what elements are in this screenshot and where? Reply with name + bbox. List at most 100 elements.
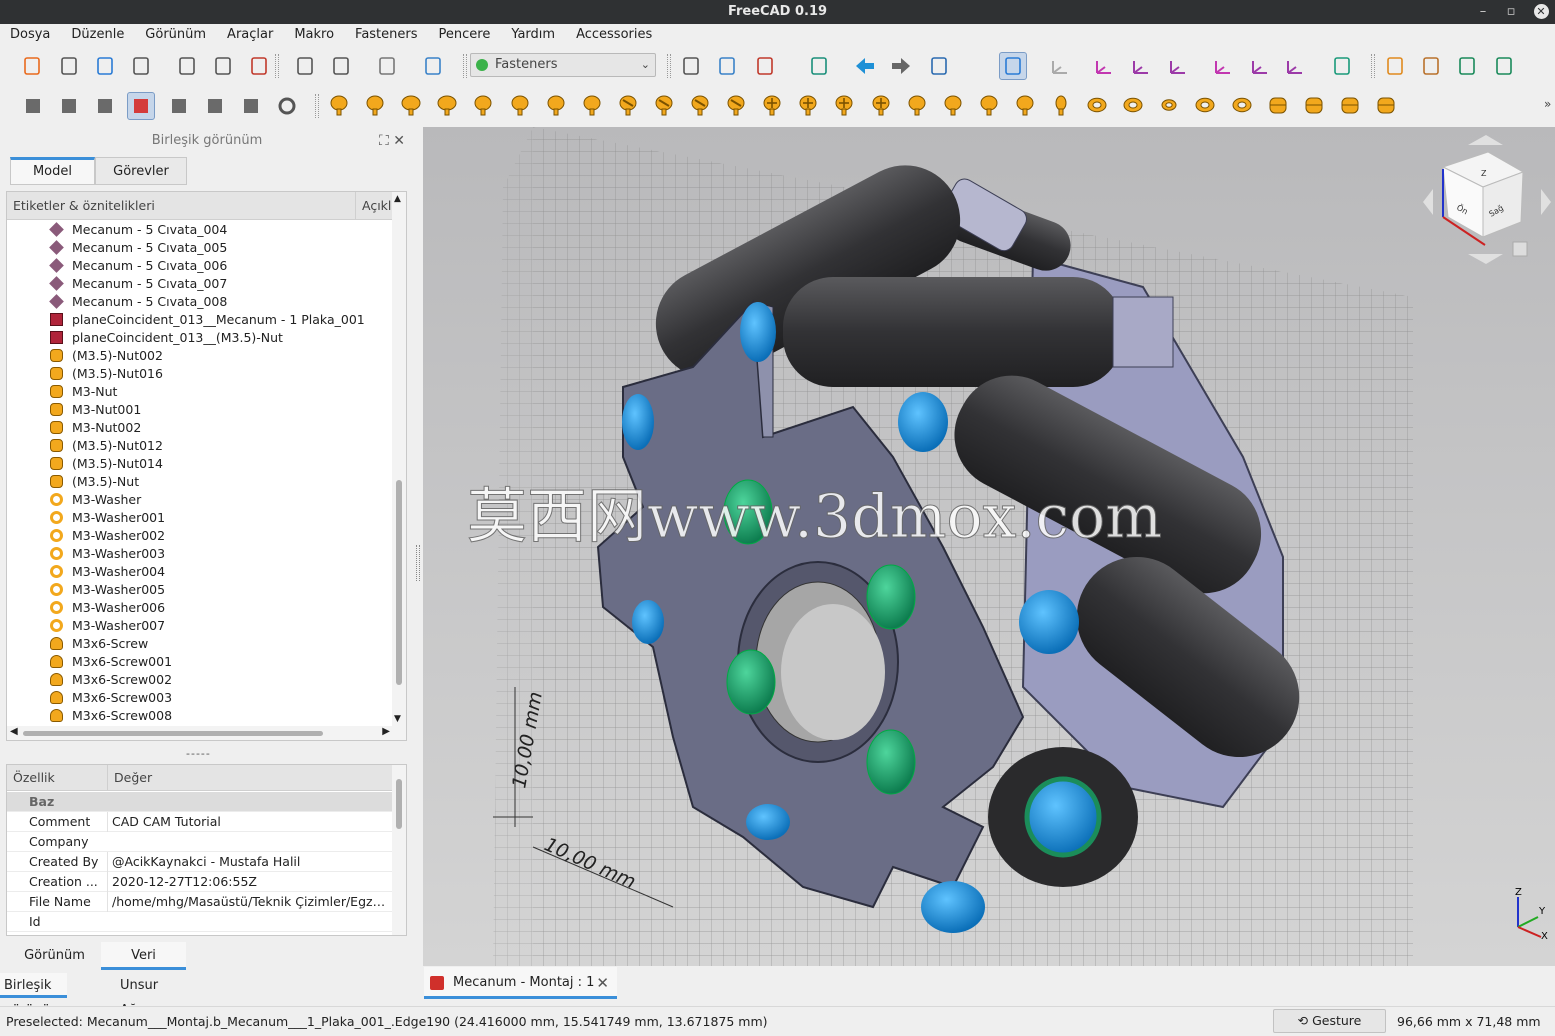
menu-fasteners[interactable]: Fasteners — [345, 24, 424, 46]
hex-socket-screw-2-button[interactable] — [1014, 94, 1036, 116]
scroll-up-icon[interactable]: ▲ — [394, 194, 401, 204]
top-view-button[interactable] — [1127, 52, 1155, 80]
property-row[interactable]: Id — [7, 912, 392, 932]
tree-item[interactable]: planeCoincident_013__Mecanum - 1 Plaka_0… — [50, 311, 365, 329]
whats-this-button[interactable] — [419, 52, 447, 80]
property-value[interactable]: @AcikKaynakci - Mustafa Halil — [107, 852, 392, 872]
flange-nut-button[interactable] — [1375, 94, 1397, 116]
washer-flat-button[interactable] — [1194, 94, 1216, 116]
phillips-screw-button[interactable] — [761, 94, 783, 116]
tree-item[interactable]: (M3.5)-Nut — [50, 473, 139, 491]
torx-screw-button[interactable] — [906, 94, 928, 116]
tree-item[interactable]: M3-Washer005 — [50, 581, 165, 599]
forward-button[interactable] — [887, 52, 915, 80]
slotted-screw-4-button[interactable] — [725, 94, 747, 116]
axonometric-button[interactable] — [1046, 52, 1074, 80]
tree-item[interactable]: Mecanum - 5 Cıvata_004 — [49, 221, 227, 239]
export-part-button[interactable] — [1490, 52, 1518, 80]
tree-header-description[interactable]: Açıklama — [355, 192, 395, 220]
property-row[interactable]: Creation ... 2020-12-27T12:06:55Z — [7, 872, 392, 892]
property-scrollbar[interactable] — [392, 765, 406, 935]
slotted-screw-2-button[interactable] — [653, 94, 675, 116]
phillips-screw-3-button[interactable] — [833, 94, 855, 116]
flip-fastener-button[interactable] — [55, 92, 83, 120]
tab-model[interactable]: Model — [10, 157, 95, 185]
bottom-view-button[interactable] — [1246, 52, 1274, 80]
tab-gorunum[interactable]: Görünüm — [8, 942, 101, 970]
menu-yardim[interactable]: Yardım — [501, 24, 562, 46]
tree-item[interactable]: M3x6-Screw002 — [50, 671, 172, 689]
fastener-set-button[interactable] — [237, 92, 265, 120]
fit-all-button[interactable] — [677, 52, 705, 80]
blue-bolt-5[interactable] — [1024, 776, 1102, 858]
tree-item[interactable]: M3x6-Screw001 — [50, 653, 172, 671]
washer-button[interactable] — [1086, 94, 1108, 116]
tree-item[interactable]: M3-Washer007 — [50, 617, 165, 635]
undo-button[interactable] — [291, 52, 319, 80]
tree-item[interactable]: (M3.5)-Nut012 — [50, 437, 163, 455]
tab-birlesik-gorunum[interactable]: Birleşik görünüm — [0, 973, 67, 1018]
green-bolt-3[interactable] — [726, 649, 776, 715]
hex-socket-screw-button[interactable] — [978, 94, 1000, 116]
list-button[interactable] — [165, 92, 193, 120]
tree-item[interactable]: M3-Washer002 — [50, 527, 165, 545]
move-fastener-button[interactable] — [19, 92, 47, 120]
bom-calculator-button[interactable] — [201, 92, 229, 120]
hex-screw-button[interactable] — [328, 94, 350, 116]
hex-nut-button[interactable] — [1267, 94, 1289, 116]
dock-resize-handle[interactable] — [416, 545, 420, 581]
tree-item[interactable]: M3x6-Screw003 — [50, 689, 172, 707]
blue-bolt-8[interactable] — [632, 600, 664, 644]
copy-button[interactable] — [209, 52, 237, 80]
blue-bolt-3[interactable] — [898, 392, 948, 452]
std-views-button[interactable] — [805, 52, 833, 80]
cheese-screw-button[interactable] — [509, 94, 531, 116]
blue-bolt-1[interactable] — [740, 302, 776, 362]
property-group[interactable]: Baz — [7, 792, 392, 812]
3d-viewport[interactable]: 10,00 mm 10,00 mm 莫西网www.3dmox.com Z Ön … — [423, 127, 1555, 966]
navcube-menu-icon[interactable] — [1512, 241, 1528, 257]
washer-small-button[interactable] — [1158, 94, 1180, 116]
menu-duzenle[interactable]: Düzenle — [61, 24, 131, 46]
set-screw-button[interactable] — [1050, 94, 1072, 116]
right-view-button[interactable] — [1164, 52, 1192, 80]
property-row[interactable]: Comment CAD CAM Tutorial — [7, 812, 392, 832]
tree-item[interactable]: Mecanum - 5 Cıvata_008 — [49, 293, 227, 311]
tree-item[interactable]: M3-Washer001 — [50, 509, 165, 527]
match-fastener-button[interactable] — [127, 92, 155, 120]
close-window-button[interactable]: ✕ — [1529, 0, 1553, 24]
property-value[interactable]: CAD CAM Tutorial — [107, 812, 392, 832]
panel-splitter[interactable]: ----- — [186, 747, 211, 760]
menu-makro[interactable]: Makro — [284, 24, 341, 46]
tab-unsur-agaci[interactable]: Unsur Ağacı — [116, 973, 162, 1018]
phillips-screw-4-button[interactable] — [870, 94, 892, 116]
slotted-screw-3-button[interactable] — [689, 94, 711, 116]
measure-box-button[interactable] — [925, 52, 953, 80]
cap-screw-button[interactable] — [364, 94, 386, 116]
tree-item[interactable]: M3-Washer003 — [50, 545, 165, 563]
measure-button[interactable] — [1328, 52, 1356, 80]
tree-item[interactable]: Mecanum - 5 Cıvata_006 — [49, 257, 227, 275]
print-button[interactable] — [127, 52, 155, 80]
blue-bolt-4[interactable] — [1019, 590, 1079, 654]
shape-button[interactable] — [91, 92, 119, 120]
maximize-button[interactable]: ▫ — [1499, 0, 1523, 24]
socket-screw-button[interactable] — [545, 94, 567, 116]
roller-2[interactable] — [783, 277, 1123, 387]
scroll-right-icon[interactable]: ▶ — [382, 726, 390, 737]
tree-vertical-scrollbar[interactable]: ▲ ▼ — [392, 192, 406, 740]
export-button[interactable] — [1453, 52, 1481, 80]
torx-screw-2-button[interactable] — [942, 94, 964, 116]
toolbar-overflow-icon[interactable]: » — [1544, 97, 1551, 111]
menu-accessories[interactable]: Accessories — [566, 24, 659, 46]
pan-screw-button[interactable] — [472, 94, 494, 116]
h-scrollbar-thumb[interactable] — [23, 731, 323, 736]
tree-item[interactable]: M3x6-Screw — [50, 635, 148, 653]
navigation-style-button[interactable]: ⟲ Gesture — [1273, 1009, 1386, 1033]
scroll-down-icon[interactable]: ▼ — [394, 714, 401, 724]
scrollbar-thumb[interactable] — [396, 480, 402, 685]
tree-item[interactable]: M3x6-Screw008 — [50, 707, 172, 725]
tree-item[interactable]: (M3.5)-Nut014 — [50, 455, 163, 473]
front-view-button[interactable] — [1090, 52, 1118, 80]
left-view-button[interactable] — [1281, 52, 1309, 80]
